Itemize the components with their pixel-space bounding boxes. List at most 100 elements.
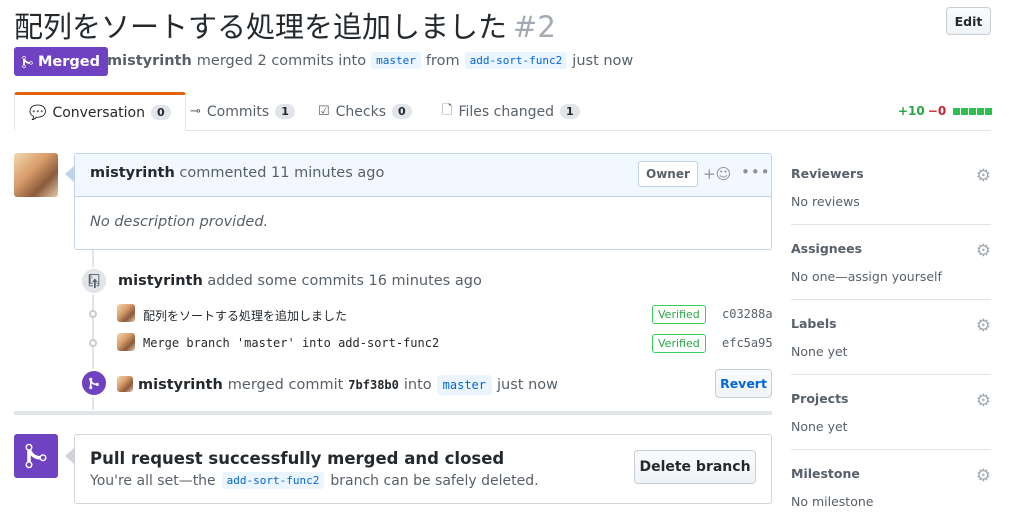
event-text: merged commit [227,377,344,393]
commits-event: mistyrinth added some commits 16 minutes… [118,273,482,289]
gear-icon[interactable]: ⚙ [976,241,991,261]
file-diff-icon: 🗋 [442,102,453,118]
head-branch[interactable]: add-sort-func2 [464,52,568,69]
time-text: just now [572,52,634,69]
pr-title: 配列をソートする処理を追加しました #2 [14,4,556,46]
merged-caret [65,448,74,464]
checks-icon: ☑ [318,104,330,119]
commit-sha[interactable]: efc5a95 [722,336,773,350]
tab-label: Checks [335,103,387,120]
merge-icon [80,369,108,397]
diffstat-block [985,107,993,115]
from-text: from [425,52,460,69]
verified-badge[interactable]: Verified [652,334,706,353]
pr-title-text: 配列をソートする処理を追加しました [14,10,508,44]
sidebar-title[interactable]: Reviewers [791,166,991,181]
commit-avatar[interactable] [117,304,135,322]
merge-avatar[interactable] [117,376,133,392]
diffstat-block [961,107,969,115]
diffstat-blocks [952,107,993,115]
base-branch[interactable]: master [371,52,421,69]
comment-body: No description provided. [90,214,269,230]
merge-branch[interactable]: master [436,375,493,395]
into-text: into [403,377,432,393]
comment-caret [65,166,74,182]
tab-counter: 1 [275,104,295,119]
commit-dot [89,339,97,347]
merged-desc-before: You're all set—the [90,472,216,489]
diffstat-block [969,107,977,115]
merged-icon [14,434,58,478]
commit-sha[interactable]: c03288a [722,307,773,321]
sidebar-title[interactable]: Milestone [791,466,991,481]
commit-message[interactable]: 配列をソートする処理を追加しました [143,307,347,324]
merged-title: Pull request successfully merged and clo… [90,449,505,468]
tab-commits[interactable]: ⊸ Commits 1 [176,92,309,131]
sidebar-value: No milestone [791,494,874,509]
pr-number: #2 [513,10,556,44]
merged-desc: You're all set—the add-sort-func2 branch… [90,472,539,489]
gear-icon[interactable]: ⚙ [976,316,991,336]
commit-dot [89,310,97,318]
add-reaction-icon[interactable]: +☺ [703,165,731,183]
merge-icon [22,55,33,68]
diffstat[interactable]: +10 −0 [898,104,993,118]
merged-state-badge: Merged [14,47,109,76]
tab-conversation[interactable]: 💬 Conversation 0 [14,92,186,131]
tab-checks[interactable]: ☑ Checks 0 [304,92,426,131]
author-link[interactable]: mistyrinth [107,53,192,69]
tab-files-changed[interactable]: 🗋 Files changed 1 [428,92,594,131]
tab-counter: 0 [392,104,412,119]
gear-icon[interactable]: ⚙ [976,466,991,486]
pr-meta: mistyrinth merged 2 commits into master … [107,52,633,69]
sidebar-projects: Projects None yet ⚙ [791,391,991,434]
comment-author[interactable]: mistyrinth [90,165,175,181]
author-avatar[interactable] [14,153,58,197]
event-author[interactable]: mistyrinth [118,273,203,289]
sidebar-title[interactable]: Assignees [791,241,991,256]
tab-counter: 0 [151,105,171,120]
verified-badge[interactable]: Verified [652,305,706,324]
merge-event: mistyrinth merged commit 7bf38b0 into ma… [138,375,558,395]
conversation-icon: 💬 [29,104,47,121]
commit-message[interactable]: Merge branch 'master' into add-sort-func… [143,336,439,350]
diffstat-block [977,107,985,115]
merge-time: just now [497,377,559,393]
commit-icon: ⊸ [190,104,201,119]
merged-desc-after: branch can be safely deleted. [330,472,539,489]
merged-branch[interactable]: add-sort-func2 [221,472,325,489]
tab-label: Conversation [52,104,145,121]
event-author[interactable]: mistyrinth [138,377,223,393]
sidebar-reviewers: Reviewers No reviews ⚙ [791,166,991,209]
edit-button[interactable]: Edit [946,7,991,35]
sidebar-value[interactable]: No one—assign yourself [791,269,991,284]
sidebar-title[interactable]: Labels [791,316,991,331]
gear-icon[interactable]: ⚙ [976,391,991,411]
more-options-icon[interactable]: ••• [741,163,771,181]
sidebar-value: None yet [791,344,848,359]
sidebar-assignees: Assignees No one—assign yourself ⚙ [791,241,991,284]
tab-counter: 1 [560,104,580,119]
owner-badge: Owner [638,161,698,187]
revert-button[interactable]: Revert [715,369,772,398]
sidebar-value: No reviews [791,194,860,209]
gear-icon[interactable]: ⚙ [976,166,991,186]
tab-label: Commits [206,103,270,120]
sidebar-labels: Labels None yet ⚙ [791,316,991,359]
sidebar-divider [791,449,991,450]
diffstat-block [953,107,961,115]
delete-branch-button[interactable]: Delete branch [634,450,756,484]
diffstat-additions: +10 [898,104,925,118]
sidebar-divider [791,374,991,375]
comment-action: commented 11 minutes ago [179,165,385,181]
tab-label: Files changed [458,103,555,120]
merged-text: merged 2 commits into [196,52,367,69]
merged-label: Merged [38,53,101,70]
timeline-divider [14,411,772,415]
sidebar-divider [791,299,991,300]
commit-avatar[interactable] [117,333,135,351]
diffstat-deletions: −0 [927,104,947,118]
sidebar-title[interactable]: Projects [791,391,991,406]
merge-commit-sha[interactable]: 7bf38b0 [348,378,399,392]
comment-header-text: mistyrinth commented 11 minutes ago [90,165,384,181]
